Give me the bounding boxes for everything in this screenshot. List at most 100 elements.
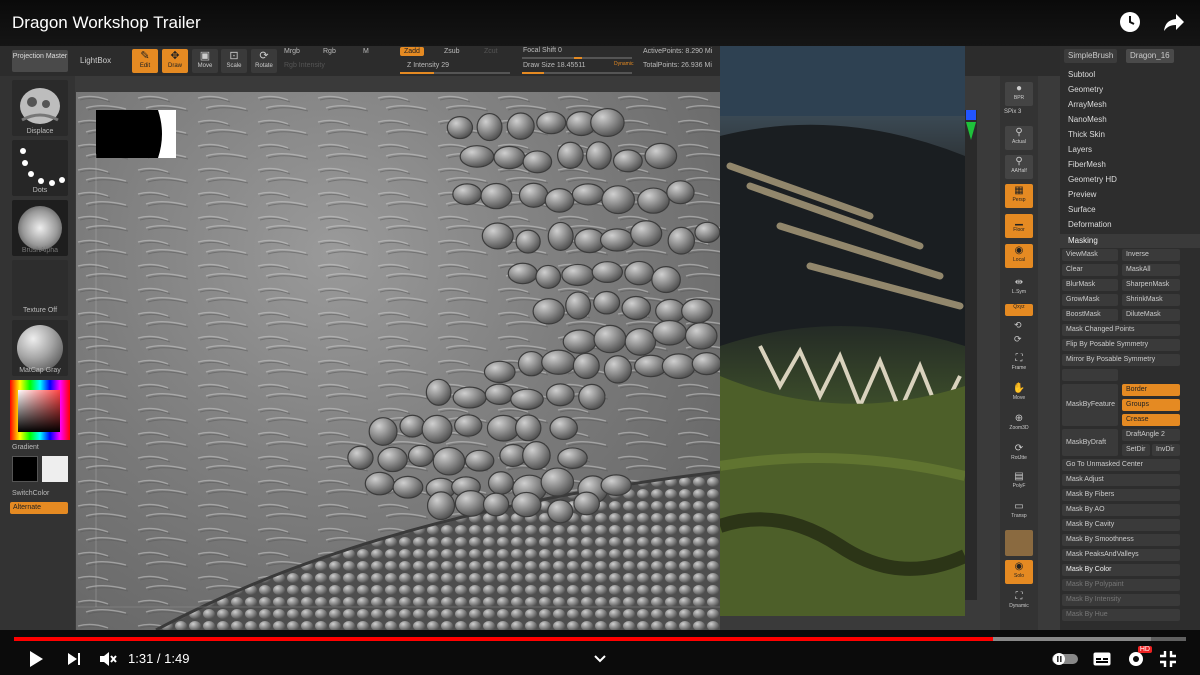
rgb-intensity-slider[interactable]: Rgb Intensity <box>284 62 325 69</box>
zadd-button[interactable]: Zadd <box>400 47 424 56</box>
transp-button[interactable]: ▭ Transp <box>1005 500 1033 524</box>
mrgb-button[interactable]: Mrgb <box>284 48 300 55</box>
mute-button[interactable] <box>96 648 120 670</box>
autoplay-toggle[interactable] <box>1050 648 1080 670</box>
rotate-button[interactable]: ⟳ Rotate <box>251 49 277 73</box>
video-title[interactable]: Dragon Workshop Trailer <box>12 13 201 33</box>
blurmask-button[interactable]: BlurMask <box>1062 279 1118 291</box>
palette-item-preview[interactable]: Preview <box>1068 190 1096 199</box>
focal-shift-slider[interactable]: Focal Shift 0 <box>523 47 562 54</box>
chapters-toggle[interactable] <box>588 648 612 670</box>
projection-master-button[interactable]: Projection Master <box>12 50 68 72</box>
move-view-button[interactable]: ✋ Move <box>1005 382 1033 406</box>
viewport-scrollbar[interactable] <box>965 110 977 600</box>
aahalf-button[interactable]: ⚲ AAHalf <box>1005 155 1033 179</box>
mask-by-ao-button[interactable]: Mask By AO <box>1062 504 1180 516</box>
flip-posable-button[interactable]: Flip By Posable Symmetry <box>1062 339 1180 351</box>
go-to-unmasked-center-button[interactable]: Go To Unmasked Center <box>1062 459 1180 471</box>
mirror-posable-button[interactable]: Mirror By Posable Symmetry <box>1062 354 1180 366</box>
groups-button[interactable]: Groups <box>1122 399 1180 411</box>
primary-color-swatch[interactable] <box>12 456 38 482</box>
palette-item-arraymesh[interactable]: ArrayMesh <box>1068 100 1107 109</box>
growmask-button[interactable]: GrowMask <box>1062 294 1118 306</box>
ghost-button[interactable] <box>1005 530 1033 556</box>
xyz-button[interactable]: Qxyz <box>1005 304 1033 316</box>
zoom3d-button[interactable]: ⊕ Zoom3D <box>1005 412 1033 436</box>
mask-by-hue-button[interactable]: Mask By Hue <box>1062 609 1180 621</box>
mask-by-color-button[interactable]: Mask By Color <box>1062 564 1180 576</box>
dilutemask-button[interactable]: DiluteMask <box>1122 309 1180 321</box>
dynamic-persp-button[interactable]: ⛶ Dynamic <box>1005 590 1033 614</box>
palette-item-layers[interactable]: Layers <box>1068 145 1092 154</box>
rotate-y-icon[interactable]: ⟲ <box>1014 320 1022 331</box>
border-button[interactable]: Border <box>1122 384 1180 396</box>
draw-size-slider[interactable]: Draw Size 18.45511 <box>523 62 586 69</box>
viewmask-button[interactable]: ViewMask <box>1062 249 1118 261</box>
clear-mask-button[interactable]: Clear <box>1062 264 1118 276</box>
scale-button[interactable]: ⊡ Scale <box>221 49 247 73</box>
edit-button[interactable]: ✎ Edit <box>132 49 158 73</box>
color-picker[interactable] <box>10 380 70 440</box>
move-button[interactable]: ▣ Move <box>192 49 218 73</box>
play-button[interactable] <box>24 648 48 670</box>
mask-by-smoothness-button[interactable]: Mask By Smoothness <box>1062 534 1180 546</box>
polyf-button[interactable]: ▤ PolyF <box>1005 470 1033 494</box>
palette-item-nanomesh[interactable]: NanoMesh <box>1068 115 1107 124</box>
mask-by-cavity-button[interactable]: Mask By Cavity <box>1062 519 1180 531</box>
masking-section[interactable]: Masking <box>1060 234 1200 248</box>
inverse-button[interactable]: Inverse <box>1122 249 1180 261</box>
setdir-button[interactable]: SetDir <box>1122 444 1150 456</box>
floor-button[interactable]: ▁ Floor <box>1005 214 1033 238</box>
mask-by-fibers-button[interactable]: Mask By Fibers <box>1062 489 1180 501</box>
next-button[interactable] <box>62 648 86 670</box>
maskall-button[interactable]: MaskAll <box>1122 264 1180 276</box>
mask-changed-points-button[interactable]: Mask Changed Points <box>1062 324 1180 336</box>
solo-button[interactable]: ◉ Solo <box>1005 560 1033 584</box>
lsym-button[interactable]: ⇹ L.Sym <box>1005 276 1033 300</box>
rotate-view-button[interactable]: ⟳ RotJtte <box>1005 442 1033 466</box>
z-intensity-slider[interactable]: Z Intensity 29 <box>407 62 449 69</box>
palette-item-subtool[interactable]: Subtool <box>1068 70 1095 79</box>
palette-item-fibermesh[interactable]: FiberMesh <box>1068 160 1106 169</box>
rotate-z-icon[interactable]: ⟳ <box>1014 334 1022 345</box>
share-icon[interactable] <box>1162 10 1186 39</box>
alternate-button[interactable]: Alternate <box>10 502 68 514</box>
boostmask-button[interactable]: BoostMask <box>1062 309 1118 321</box>
palette-item-geometry[interactable]: Geometry <box>1068 85 1103 94</box>
zcut-button[interactable]: Zcut <box>484 48 498 55</box>
m-button[interactable]: M <box>363 48 369 55</box>
sharpenmask-button[interactable]: SharpenMask <box>1122 279 1180 291</box>
subtitles-button[interactable] <box>1090 648 1114 670</box>
watch-later-icon[interactable] <box>1118 10 1142 39</box>
fullscreen-exit-button[interactable] <box>1156 648 1180 670</box>
settings-button[interactable]: HD <box>1124 646 1152 670</box>
shrinkmask-button[interactable]: ShrinkMask <box>1122 294 1180 306</box>
crease-button[interactable]: Crease <box>1122 414 1180 426</box>
secondary-color-swatch[interactable] <box>42 456 68 482</box>
mask-by-intensity-button[interactable]: Mask By Intensity <box>1062 594 1180 606</box>
mask-by-draft-button[interactable]: MaskByDraft <box>1062 429 1118 456</box>
persp-button[interactable]: ▦ Persp <box>1005 184 1033 208</box>
bpr-button[interactable]: ● BPR <box>1005 82 1033 106</box>
draw-button[interactable]: ✥ Draw <box>162 49 188 73</box>
palette-item-geometry-hd[interactable]: Geometry HD <box>1068 175 1117 184</box>
tab-dragon[interactable]: Dragon_16 <box>1126 49 1174 63</box>
palette-item-deformation[interactable]: Deformation <box>1068 220 1112 229</box>
mask-adjust-button[interactable]: Mask Adjust <box>1062 474 1180 486</box>
draft-angle-slider[interactable]: DraftAngle 2 <box>1122 429 1180 441</box>
local-button[interactable]: ◉ Local <box>1005 244 1033 268</box>
zsub-button[interactable]: Zsub <box>444 48 460 55</box>
tab-simplebrush[interactable]: SimpleBrush <box>1064 49 1118 63</box>
dynamic-button[interactable]: Dynamic <box>614 61 633 67</box>
spix-slider[interactable]: SPix 3 <box>1004 109 1034 117</box>
mask-by-polypaint-button[interactable]: Mask By Polypaint <box>1062 579 1180 591</box>
lightbox-button[interactable]: LightBox <box>80 56 111 65</box>
palette-item-thick-skin[interactable]: Thick Skin <box>1068 130 1105 139</box>
actual-button[interactable]: ⚲ Actual <box>1005 126 1033 150</box>
mask-by-feature-button[interactable]: MaskByFeature <box>1062 384 1118 426</box>
invdir-button[interactable]: InvDir <box>1152 444 1180 456</box>
mask-peaks-valleys-button[interactable]: Mask PeaksAndValleys <box>1062 549 1180 561</box>
palette-item-surface[interactable]: Surface <box>1068 205 1096 214</box>
progress-bar[interactable] <box>14 637 1186 641</box>
frame-button[interactable]: ⛶ Frame <box>1005 352 1033 376</box>
